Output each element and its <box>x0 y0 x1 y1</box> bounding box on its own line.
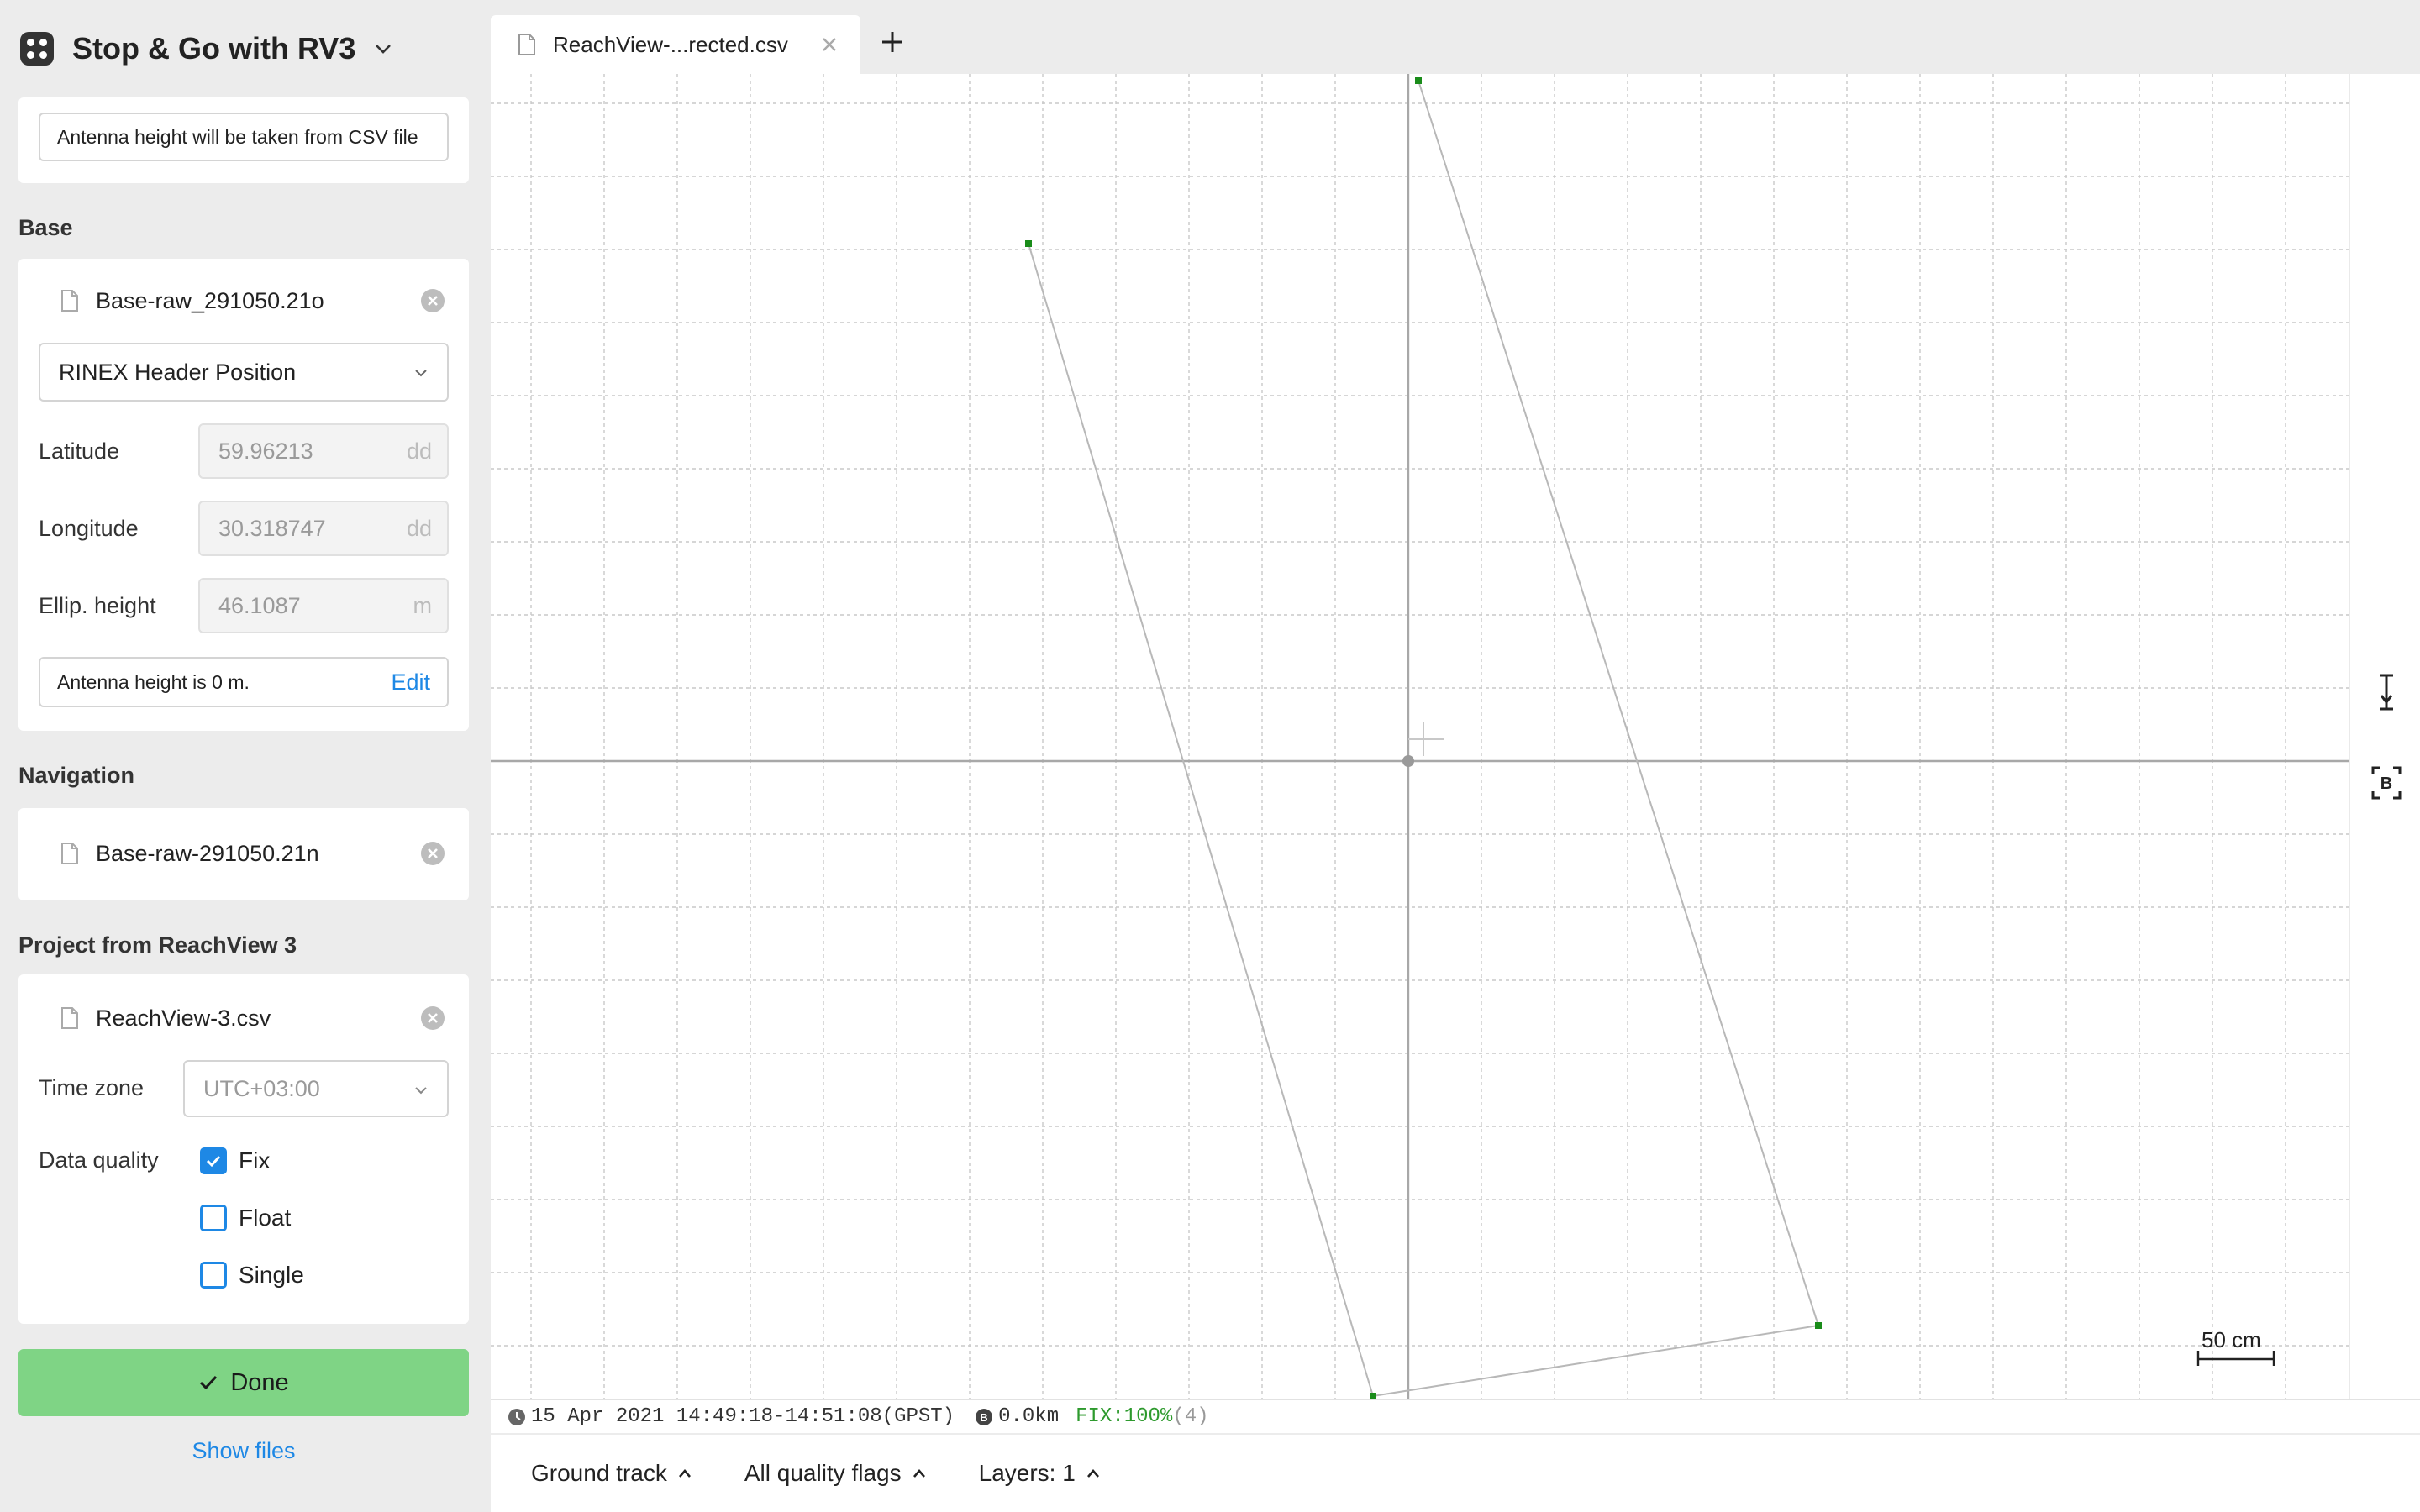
layers-label: Layers: 1 <box>978 1460 1076 1486</box>
file-icon <box>61 843 78 864</box>
navigation-section-label: Navigation <box>18 763 135 788</box>
height-label: Ellip. height <box>39 593 156 618</box>
position-source-select[interactable]: RINEX Header Position <box>39 343 449 402</box>
latitude-unit: dd <box>406 438 432 464</box>
base-antenna-note: Antenna height is 0 m. <box>57 670 250 693</box>
height-field[interactable]: 46.1087 m <box>198 578 449 633</box>
timezone-label: Time zone <box>39 1075 145 1100</box>
chevron-up-icon <box>678 1469 691 1478</box>
crosshair-icon <box>1408 722 1444 756</box>
origin-marker <box>1402 755 1414 767</box>
base-file-name: Base-raw_291050.21o <box>96 287 324 313</box>
navigation-file-name: Base-raw-291050.21n <box>96 840 319 866</box>
track-point[interactable] <box>1025 240 1032 247</box>
timezone-select[interactable]: UTC+03:00 <box>183 1060 449 1117</box>
time-range: 15 Apr 2021 14:49:18-14:51:08(GPST) <box>531 1405 955 1428</box>
app-menu-icon[interactable] <box>20 32 54 66</box>
tab-label: ReachView-...rected.csv <box>553 31 788 57</box>
base-file-row: Base-raw_291050.21o <box>39 276 449 326</box>
layers-toggle[interactable]: Layers: 1 <box>979 1460 1101 1487</box>
track-point[interactable] <box>1415 77 1422 84</box>
base-position-icon[interactable]: B <box>2370 763 2403 803</box>
float-label: Float <box>239 1205 292 1231</box>
bottom-toolbar: Ground track All quality flags Layers: 1 <box>491 1435 2420 1512</box>
chevron-down-icon <box>415 1087 427 1095</box>
project-file-name: ReachView-3.csv <box>96 1005 271 1031</box>
map-view[interactable]: B <box>491 74 2420 1399</box>
plus-icon[interactable] <box>879 29 906 55</box>
quality-float-option[interactable]: Float <box>200 1201 291 1235</box>
fix-label: Fix <box>239 1147 271 1173</box>
project-file-row: ReachView-3.csv <box>39 993 449 1043</box>
single-label: Single <box>239 1262 304 1288</box>
rover-card: Antenna height will be taken from CSV fi… <box>18 97 469 183</box>
track-point[interactable] <box>1370 1393 1376 1399</box>
project-section-label: Project from ReachView 3 <box>18 932 297 958</box>
height-unit: m <box>413 593 433 618</box>
base-section-label: Base <box>18 215 73 240</box>
ground-track-label: Ground track <box>531 1460 667 1486</box>
longitude-label: Longitude <box>39 516 139 541</box>
app-title[interactable]: Stop & Go with RV3 <box>72 31 355 66</box>
remove-file-icon[interactable] <box>420 288 445 313</box>
project-card: ReachView-3.csv Time zone UTC+03:00 Data… <box>18 974 469 1324</box>
vertical-scale-icon[interactable] <box>2370 672 2403 712</box>
float-checkbox[interactable] <box>200 1205 227 1231</box>
check-icon <box>200 1375 218 1390</box>
latitude-value: 59.96213 <box>218 438 313 464</box>
base-antenna-box: Antenna height is 0 m. Edit <box>39 657 449 707</box>
chevron-up-icon <box>1086 1469 1099 1478</box>
scale-bar <box>2196 1351 2275 1366</box>
status-bar: 15 Apr 2021 14:49:18-14:51:08(GPST) B 0.… <box>491 1399 2420 1433</box>
app-header: Stop & Go with RV3 <box>0 0 487 97</box>
show-files-link[interactable]: Show files <box>0 1438 487 1464</box>
file-icon <box>518 34 535 55</box>
remove-file-icon[interactable] <box>420 841 445 866</box>
chevron-down-icon[interactable] <box>372 38 394 60</box>
clock-icon <box>508 1408 525 1425</box>
done-label: Done <box>230 1368 289 1396</box>
data-quality-label: Data quality <box>39 1147 159 1173</box>
quality-fix-option[interactable]: Fix <box>200 1144 270 1178</box>
close-icon[interactable] <box>820 35 839 54</box>
base-distance-icon: B <box>976 1408 993 1425</box>
base-distance: 0.0km <box>998 1405 1060 1428</box>
latitude-label: Latitude <box>39 438 120 464</box>
remove-file-icon[interactable] <box>420 1005 445 1031</box>
map-canvas[interactable] <box>491 74 2420 1399</box>
latitude-field[interactable]: 59.96213 dd <box>198 423 449 479</box>
tab-reachview-csv[interactable]: ReachView-...rected.csv <box>491 15 860 74</box>
single-checkbox[interactable] <box>200 1262 227 1289</box>
base-card: Base-raw_291050.21o RINEX Header Positio… <box>18 259 469 731</box>
fix-status: FIX:100% <box>1076 1405 1173 1428</box>
quality-flags-label: All quality flags <box>744 1460 902 1486</box>
done-button[interactable]: Done <box>18 1349 469 1416</box>
navigation-card: Base-raw-291050.21n <box>18 808 469 900</box>
timezone-value: UTC+03:00 <box>203 1075 320 1101</box>
svg-text:B: B <box>2381 774 2392 793</box>
longitude-value: 30.318747 <box>218 515 326 541</box>
longitude-unit: dd <box>406 516 432 541</box>
navigation-file-row: Base-raw-291050.21n <box>39 828 449 879</box>
ground-track-toggle[interactable]: Ground track <box>531 1460 692 1487</box>
chevron-up-icon <box>913 1469 925 1478</box>
quality-single-option[interactable]: Single <box>200 1258 304 1292</box>
height-value: 46.1087 <box>218 592 301 618</box>
svg-text:B: B <box>980 1411 987 1424</box>
chevron-down-icon <box>415 370 427 377</box>
rover-antenna-note: Antenna height will be taken from CSV fi… <box>39 113 449 161</box>
check-icon <box>206 1155 221 1168</box>
file-icon <box>61 1007 78 1029</box>
track-point[interactable] <box>1815 1322 1822 1329</box>
longitude-field[interactable]: 30.318747 dd <box>198 501 449 556</box>
fix-count: (4) <box>1172 1405 1209 1428</box>
edit-antenna-link[interactable]: Edit <box>391 669 430 696</box>
position-source-value: RINEX Header Position <box>59 359 297 385</box>
quality-flags-toggle[interactable]: All quality flags <box>744 1460 927 1487</box>
fix-checkbox[interactable] <box>200 1147 227 1174</box>
sidebar: Stop & Go with RV3 Antenna height will b… <box>0 0 487 1512</box>
grid-lines <box>491 74 2350 1399</box>
file-icon <box>61 290 78 312</box>
